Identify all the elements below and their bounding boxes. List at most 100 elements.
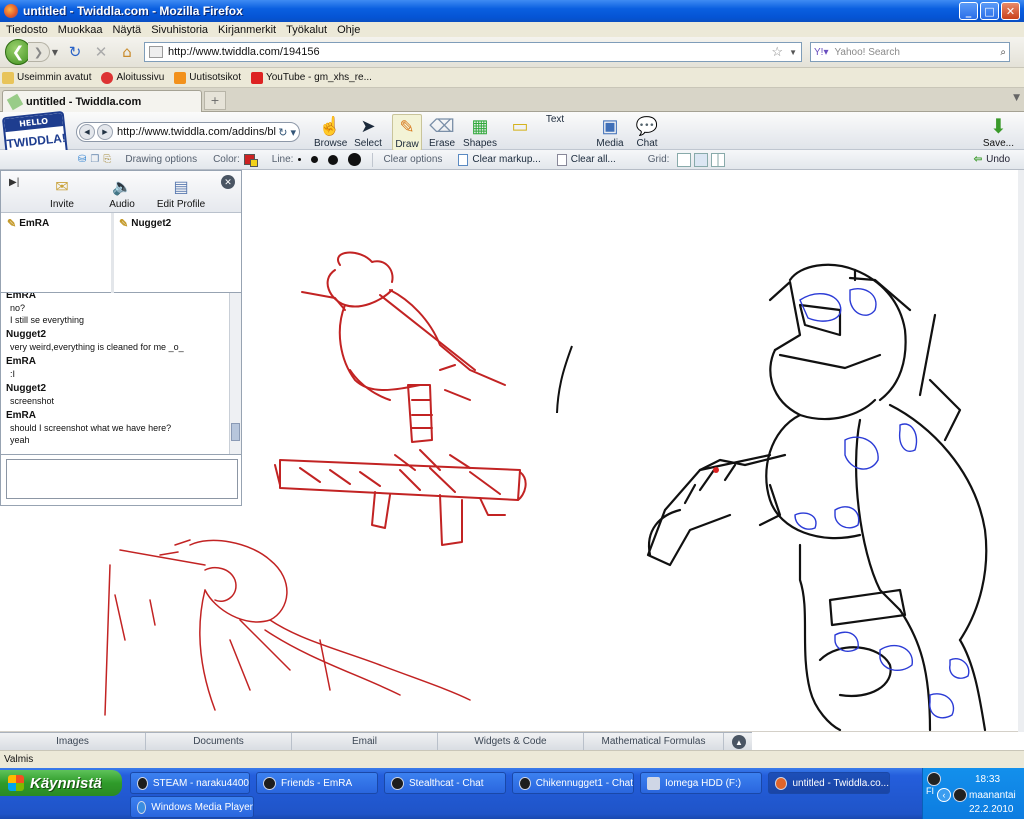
edit-profile-button[interactable]: ▤ Edit Profile <box>153 175 209 210</box>
bookmark-start-page[interactable]: Aloitussivu <box>101 71 164 84</box>
clear-markup-button[interactable]: Clear markup... <box>472 154 540 165</box>
rss-icon <box>174 71 187 84</box>
close-button[interactable]: ✕ <box>1001 2 1020 20</box>
tool-media[interactable]: ▣ Media <box>594 114 626 150</box>
menu-history[interactable]: Sivuhistoria <box>147 24 214 36</box>
tab-list-icon[interactable]: ▼ <box>1013 93 1020 103</box>
tab-email[interactable]: Email <box>292 733 438 750</box>
chat-input[interactable] <box>6 459 238 499</box>
taskbar-media-player[interactable]: Windows Media Player <box>130 796 254 818</box>
menu-bookmarks[interactable]: Kirjanmerkit <box>214 24 282 36</box>
tool-shapes[interactable]: ▦ Shapes <box>462 114 498 150</box>
steam-icon <box>391 776 404 790</box>
collapse-sidebar-icon[interactable]: ▶| <box>9 177 19 188</box>
home-icon[interactable]: ⌂ <box>116 41 138 63</box>
copy-icon[interactable]: ❐ <box>90 154 99 165</box>
tab-math-formulas[interactable]: Mathematical Formulas <box>584 733 724 750</box>
tool-browse[interactable]: ☝ Browse <box>314 114 347 150</box>
grid-large-button[interactable] <box>711 152 726 167</box>
tray-steam-icon[interactable] <box>927 772 941 786</box>
line-width-3[interactable] <box>328 154 339 165</box>
tab-documents[interactable]: Documents <box>146 733 292 750</box>
tool-draw[interactable]: ✎ Draw <box>392 114 422 151</box>
close-sidebar-icon[interactable]: ✕ <box>221 175 235 189</box>
menu-edit[interactable]: Muokkaa <box>54 24 109 36</box>
tool-text[interactable]: Text <box>540 114 570 125</box>
grid-small-button[interactable] <box>694 152 709 167</box>
language-indicator[interactable]: FI <box>926 786 934 796</box>
tray-back-icon[interactable]: ‹ <box>937 788 951 802</box>
clear-all-button[interactable]: Clear all... <box>571 154 616 165</box>
audio-button[interactable]: 🔈 Audio <box>105 175 139 210</box>
new-tab-button[interactable]: + <box>204 91 226 110</box>
canvas-scrollbar[interactable] <box>1018 170 1024 750</box>
menu-file[interactable]: Tiedosto <box>2 24 54 36</box>
expand-panel-icon[interactable]: ▲ <box>732 735 746 749</box>
bookmark-most-visited[interactable]: Useimmin avatut <box>2 71 91 84</box>
maximize-button[interactable]: □ <box>980 2 999 20</box>
tab-images[interactable]: Images <box>0 733 146 750</box>
yahoo-search-icon[interactable]: Y!▾ <box>814 47 828 58</box>
taskbar-label: Iomega HDD (F:) <box>665 777 742 789</box>
navigation-toolbar: ❮ ❯ ▼ ↻ ✕ ⌂ http://www.twiddla.com/19415… <box>0 37 1024 68</box>
search-icon[interactable]: ⌕ <box>1000 47 1006 58</box>
undo-button[interactable]: ⇦ Undo <box>974 154 1010 165</box>
window-titlebar: untitled - Twiddla.com - Mozilla Firefox… <box>0 0 1024 22</box>
menu-tools[interactable]: Työkalut <box>282 24 333 36</box>
bookmark-youtube[interactable]: YouTube - gm_xhs_re... <box>250 71 372 84</box>
tw-reload-icon[interactable]: ↻ ▾ <box>278 126 296 139</box>
forward-button[interactable]: ❯ <box>28 42 50 62</box>
tab-widgets-code[interactable]: Widgets & Code <box>438 733 584 750</box>
grid-none-button[interactable] <box>677 152 692 167</box>
paint-icon[interactable]: ⛁ <box>78 154 86 165</box>
bookmark-headlines[interactable]: Uutisotsikot <box>174 71 241 84</box>
tw-url-text[interactable]: http://www.twiddla.com/addins/bl <box>117 126 278 138</box>
tool-chat[interactable]: 💬 Chat <box>632 114 662 150</box>
save-button[interactable]: ⬇ Save... <box>983 114 1014 149</box>
minimize-button[interactable]: _ <box>959 2 978 20</box>
undo-label: Undo <box>986 154 1010 165</box>
user-item-emra[interactable]: ✎ EmRA <box>7 217 49 230</box>
taskbar-friends[interactable]: Friends - EmRA <box>256 772 378 794</box>
user-item-nugget2[interactable]: ✎ Nugget2 <box>119 217 171 230</box>
secondary-color-swatch[interactable] <box>249 158 258 167</box>
chat-scrollbar[interactable] <box>229 293 241 454</box>
folder-icon <box>2 71 14 84</box>
taskbar-chikennugget-chat[interactable]: Chikennugget1 - Chat <box>512 772 634 794</box>
taskbar-steam[interactable]: STEAM - naraku4400 <box>130 772 250 794</box>
invite-button[interactable]: ✉ Invite <box>45 175 79 210</box>
address-bar[interactable]: http://www.twiddla.com/194156 ☆ ▼ <box>144 42 802 62</box>
tool-text-box[interactable]: ▭ <box>506 114 534 138</box>
stop-icon[interactable]: ✕ <box>90 41 112 63</box>
tw-back-icon[interactable]: ◀ <box>79 124 95 140</box>
taskbar-stealthcat-chat[interactable]: Stealthcat - Chat <box>384 772 506 794</box>
line-width-2[interactable] <box>311 156 319 163</box>
twiddla-url-bar[interactable]: ◀ ▶ http://www.twiddla.com/addins/bl ↻ ▾ <box>76 122 300 142</box>
line-width-4[interactable] <box>348 153 362 166</box>
tab-twiddla[interactable]: untitled - Twiddla.com <box>2 90 202 112</box>
taskbar-firefox-twiddla[interactable]: untitled - Twiddla.co... <box>768 772 890 794</box>
url-dropdown-icon[interactable]: ▼ <box>789 48 797 57</box>
search-box[interactable]: Y!▾ Yahoo! Search ⌕ <box>810 42 1010 62</box>
media-player-icon <box>137 800 147 814</box>
chat-scroll-thumb[interactable] <box>231 423 240 441</box>
tray-steam-icon-2[interactable] <box>953 788 967 802</box>
chat-author: Nugget2 <box>6 383 46 394</box>
history-dropdown-icon[interactable]: ▼ <box>50 48 60 57</box>
menu-help[interactable]: Ohje <box>333 24 366 36</box>
taskbar-iomega-hdd[interactable]: Iomega HDD (F:) <box>640 772 762 794</box>
paste-icon[interactable]: ⎘ <box>103 154 111 165</box>
user-name: EmRA <box>19 218 50 229</box>
tw-forward-icon[interactable]: ▶ <box>97 124 113 140</box>
menu-bar: Tiedosto Muokkaa Näytä Sivuhistoria Kirj… <box>0 22 1024 37</box>
address-url[interactable]: http://www.twiddla.com/194156 <box>168 46 771 58</box>
bookmark-star-icon[interactable]: ☆ <box>771 44 783 60</box>
tool-select[interactable]: ➤ Select <box>352 114 384 150</box>
reload-icon[interactable]: ↻ <box>64 41 86 63</box>
taskbar-label: STEAM - naraku4400 <box>152 777 249 789</box>
tool-erase[interactable]: ⌫ Erase <box>426 114 458 150</box>
start-button[interactable]: Käynnistä <box>0 770 122 796</box>
chat-message: no? <box>10 303 26 313</box>
menu-view[interactable]: Näytä <box>108 24 147 36</box>
line-width-1[interactable] <box>298 158 302 161</box>
